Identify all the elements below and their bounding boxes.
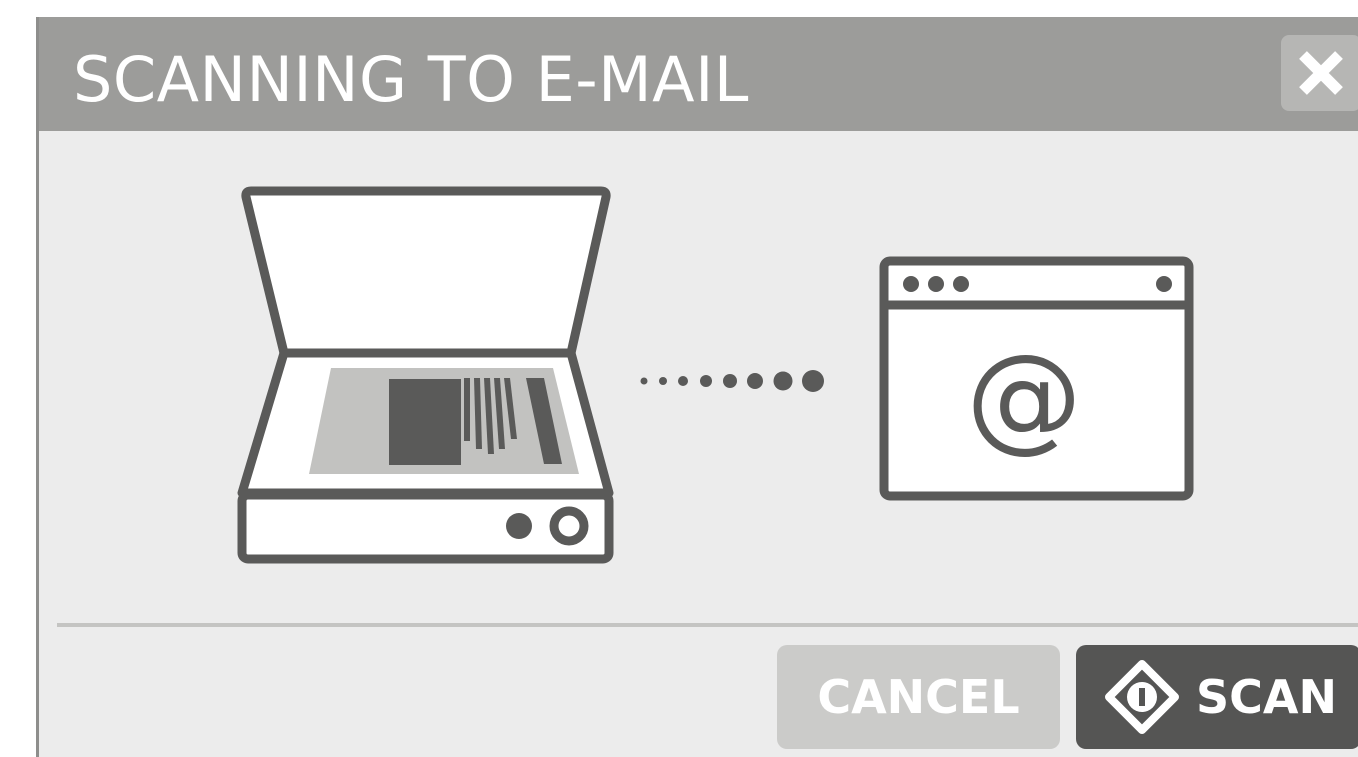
scan-to-email-dialog: SCANNING TO E-MAIL @ CANCEL SCAN (36, 17, 1358, 757)
dialog-title: SCANNING TO E-MAIL (73, 43, 749, 116)
flatbed-scanner-icon (237, 186, 614, 564)
browser-window-email-icon: @ (879, 256, 1194, 501)
scan-button-label: SCAN (1196, 670, 1337, 724)
footer-divider (57, 623, 1358, 627)
close-icon (1299, 51, 1343, 95)
at-sign-icon: @ (966, 330, 1082, 465)
scanner-power-ring (549, 506, 589, 546)
dotted-progress-dots (640, 370, 824, 392)
scan-illustration: @ (237, 186, 1194, 564)
start-diamond-icon (1105, 660, 1179, 734)
cancel-button-label: CANCEL (817, 670, 1020, 724)
close-button[interactable] (1281, 35, 1358, 111)
cancel-button[interactable]: CANCEL (777, 645, 1060, 749)
dialog-titlebar: SCANNING TO E-MAIL (39, 17, 1358, 131)
document-image-block (389, 379, 461, 465)
scanner-button-dot (506, 513, 532, 539)
scan-button[interactable]: SCAN (1076, 645, 1358, 749)
